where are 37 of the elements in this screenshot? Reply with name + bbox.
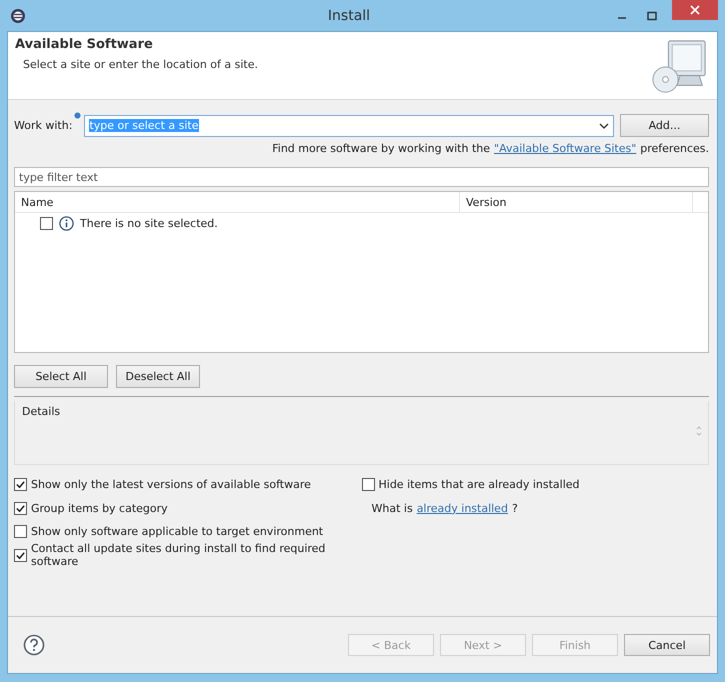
cancel-button[interactable]: Cancel xyxy=(624,634,710,656)
maximize-icon[interactable] xyxy=(646,10,658,22)
checkbox-label: Show only the latest versions of available software xyxy=(31,478,311,492)
checkbox[interactable] xyxy=(14,502,27,515)
checkbox[interactable] xyxy=(14,525,27,538)
checkbox-label: Show only software applicable to target environment xyxy=(31,525,324,538)
preferences-text: preferences. xyxy=(640,142,709,155)
checkbox-label: Hide items that are already installed xyxy=(378,478,580,492)
question-text: What is xyxy=(372,502,413,515)
filter-field[interactable]: type filter text xyxy=(14,167,709,187)
window-title: Install xyxy=(326,8,372,24)
checkbox[interactable] xyxy=(40,217,53,230)
already-installed-link[interactable]: already installed xyxy=(416,502,508,515)
help-icon[interactable] xyxy=(23,634,45,656)
available-software-sites-link[interactable]: "Available Software Sites" xyxy=(494,142,636,155)
select-all-button[interactable]: Select All xyxy=(14,365,108,388)
page-subtitle: Select a site or enter the location of a site. xyxy=(23,58,258,71)
work-with-label: Work with: xyxy=(14,119,72,132)
checkbox-label: Contact all update sites during install to find required software xyxy=(31,542,326,568)
close-button[interactable] xyxy=(672,0,718,20)
checkbox[interactable] xyxy=(14,548,27,562)
add-button[interactable]: Add... xyxy=(620,114,709,137)
deselect-all-button[interactable]: Deselect All xyxy=(116,365,200,388)
column-header[interactable]: Name xyxy=(15,192,460,212)
checkbox[interactable] xyxy=(362,478,374,492)
column-header[interactable]: Version xyxy=(460,192,693,212)
app-icon xyxy=(10,8,26,24)
close-icon xyxy=(690,5,700,15)
scroll-arrows-icon xyxy=(696,425,702,437)
more-software-text: Find more software by working with the xyxy=(272,142,490,155)
details-label: Details xyxy=(22,405,60,418)
question-mark-text: ? xyxy=(512,502,518,515)
page-title: Available Software xyxy=(15,37,154,52)
dropdown-icon xyxy=(599,122,609,128)
table-cell: There is no site selected. xyxy=(80,217,218,230)
checkbox-label: Group items by category xyxy=(31,502,168,515)
checkbox[interactable] xyxy=(14,478,27,492)
